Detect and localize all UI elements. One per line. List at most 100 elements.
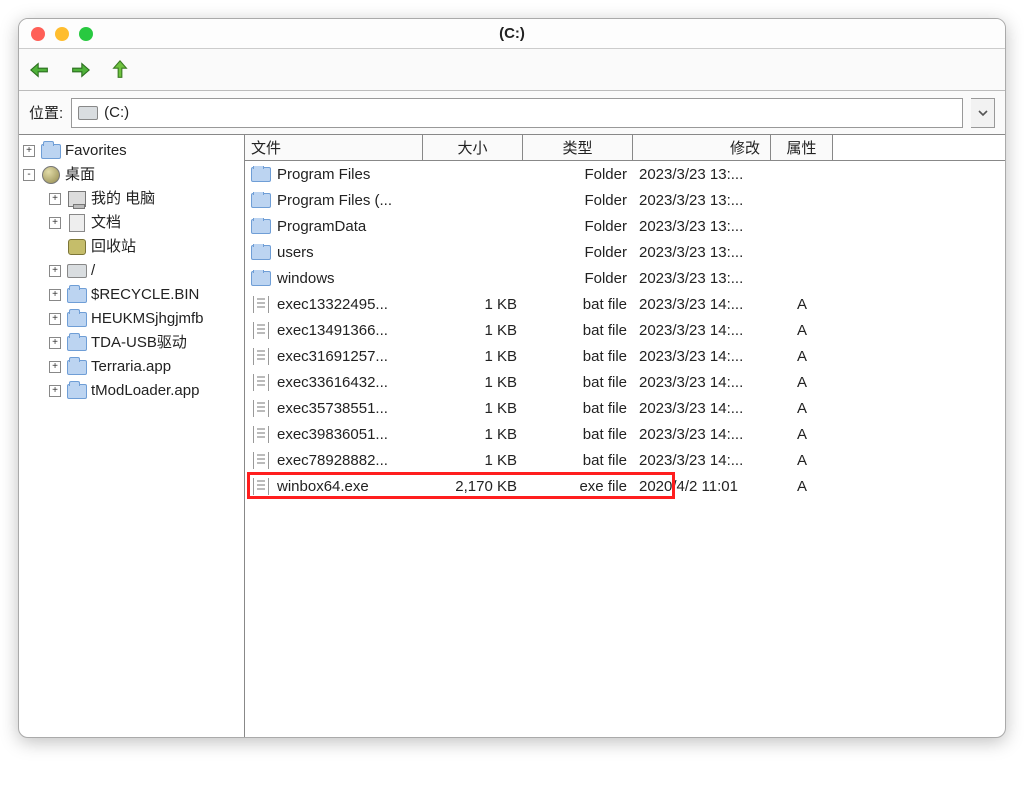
titlebar[interactable]: (C:) xyxy=(19,19,1005,49)
file-name: exec78928882... xyxy=(277,452,388,469)
file-modified: 2023/3/23 13:... xyxy=(633,192,771,209)
col-name[interactable]: 文件 xyxy=(245,135,423,160)
file-modified: 2023/3/23 14:... xyxy=(633,322,771,339)
tree-expander[interactable]: + xyxy=(49,289,61,301)
tree-item[interactable]: +/ xyxy=(23,259,244,283)
tree-item-label: tModLoader.app xyxy=(91,379,199,403)
chevron-down-icon xyxy=(977,107,989,119)
location-path: (C:) xyxy=(104,104,129,121)
file-size: 1 KB xyxy=(423,296,523,313)
file-attr: A xyxy=(771,400,833,417)
tree-item-label: / xyxy=(91,259,95,283)
tree-item[interactable]: + Favorites xyxy=(23,139,244,163)
file-attr: A xyxy=(771,322,833,339)
body: +Favorites-桌面+我的 电脑+文档回收站+/+$RECYCLE.BIN… xyxy=(19,135,1005,737)
file-size: 1 KB xyxy=(423,374,523,391)
file-name: exec13322495... xyxy=(277,296,388,313)
file-row[interactable]: exec35738551...1 KBbat file2023/3/23 14:… xyxy=(245,395,1005,421)
back-button[interactable] xyxy=(29,59,51,81)
toolbar xyxy=(19,49,1005,91)
file-row[interactable]: windowsFolder2023/3/23 13:... xyxy=(245,265,1005,291)
file-modified: 2020/4/2 11:01 xyxy=(633,478,771,495)
file-row[interactable]: exec31691257...1 KBbat file2023/3/23 14:… xyxy=(245,343,1005,369)
file-row[interactable]: Program FilesFolder2023/3/23 13:... xyxy=(245,161,1005,187)
window-controls xyxy=(31,27,93,41)
tree-expander[interactable]: + xyxy=(49,361,61,373)
window-title: (C:) xyxy=(19,25,1005,42)
file-row[interactable]: exec78928882... 1 KBbat file2023/3/23 14:… xyxy=(245,447,1005,473)
file-modified: 2023/3/23 14:... xyxy=(633,348,771,365)
tree-expander[interactable]: + xyxy=(49,193,61,205)
file-name: ProgramData xyxy=(277,218,366,235)
computer-icon xyxy=(67,191,87,207)
file-list: 文件 大小 类型 修改 属性 Program FilesFolder2023/3… xyxy=(245,135,1005,737)
file-modified: 2023/3/23 13:... xyxy=(633,244,771,261)
file-modified: 2023/3/23 14:... xyxy=(633,296,771,313)
file-size: 1 KB xyxy=(423,322,523,339)
file-modified: 2023/3/23 13:... xyxy=(633,166,771,183)
file-name: windows xyxy=(277,270,335,287)
tree-expander[interactable]: + xyxy=(49,337,61,349)
tree-expander[interactable]: + xyxy=(49,385,61,397)
tree-item[interactable]: +$RECYCLE.BIN xyxy=(23,283,244,307)
location-field[interactable]: (C:) xyxy=(71,98,963,128)
file-name: exec33616432... xyxy=(277,374,388,391)
folder-icon xyxy=(67,335,87,351)
zoom-window-button[interactable] xyxy=(79,27,93,41)
tree-expander[interactable]: + xyxy=(49,217,61,229)
tree-item[interactable]: 回收站 xyxy=(23,235,244,259)
tree-item[interactable]: +我的 电脑 xyxy=(23,187,244,211)
file-row[interactable]: Program Files (...Folder2023/3/23 13:... xyxy=(245,187,1005,213)
tree-expander[interactable]: + xyxy=(49,265,61,277)
desktop-icon xyxy=(41,167,61,183)
file-size: 1 KB xyxy=(423,348,523,365)
file-modified: 2023/3/23 14:... xyxy=(633,452,771,469)
file-type: bat file xyxy=(523,400,633,417)
tree-item[interactable]: +文档 xyxy=(23,211,244,235)
col-attr[interactable]: 属性 xyxy=(771,135,833,160)
close-window-button[interactable] xyxy=(31,27,45,41)
tree-item[interactable]: -桌面 xyxy=(23,163,244,187)
tree-expander[interactable]: - xyxy=(23,169,35,181)
folder-icon xyxy=(67,383,87,399)
file-row[interactable]: exec13322495... 1 KBbat file2023/3/23 14:… xyxy=(245,291,1005,317)
file-icon xyxy=(251,374,271,390)
up-button[interactable] xyxy=(109,59,131,81)
file-modified: 2023/3/23 14:... xyxy=(633,374,771,391)
col-modified[interactable]: 修改 xyxy=(633,135,771,160)
tree-expander[interactable]: + xyxy=(49,313,61,325)
drive-icon xyxy=(67,263,87,279)
folder-tree[interactable]: +Favorites-桌面+我的 电脑+文档回收站+/+$RECYCLE.BIN… xyxy=(19,135,245,737)
file-row[interactable]: exec39836051...1 KBbat file2023/3/23 14:… xyxy=(245,421,1005,447)
file-type: bat file xyxy=(523,296,633,313)
file-name: Program Files xyxy=(277,166,370,183)
tree-item-label: Terraria.app xyxy=(91,355,171,379)
file-size: 1 KB xyxy=(423,426,523,443)
tree-item[interactable]: +TDA-USB驱动 xyxy=(23,331,244,355)
tree-expander[interactable]: + xyxy=(23,145,35,157)
file-size: 1 KB xyxy=(423,452,523,469)
file-name: exec39836051... xyxy=(277,426,388,443)
file-name: Program Files (... xyxy=(277,192,392,209)
tree-item[interactable]: + tModLoader.app xyxy=(23,379,244,403)
tree-item[interactable]: + HEUKMSjhgjmfb xyxy=(23,307,244,331)
file-row[interactable]: winbox64.exe2,170 KBexe file2020/4/2 11:… xyxy=(245,473,1005,499)
location-dropdown-button[interactable] xyxy=(971,98,995,128)
tree-item-label: HEUKMSjhgjmfb xyxy=(91,307,204,331)
file-row[interactable]: exec33616432... 1 KBbat file2023/3/23 14:… xyxy=(245,369,1005,395)
tree-item[interactable]: + Terraria.app xyxy=(23,355,244,379)
file-type: bat file xyxy=(523,374,633,391)
file-row[interactable]: usersFolder2023/3/23 13:... xyxy=(245,239,1005,265)
file-name: exec13491366... xyxy=(277,322,388,339)
minimize-window-button[interactable] xyxy=(55,27,69,41)
tree-item-label: Favorites xyxy=(65,139,127,163)
col-size[interactable]: 大小 xyxy=(423,135,523,160)
file-type: bat file xyxy=(523,452,633,469)
forward-button[interactable] xyxy=(69,59,91,81)
drive-icon xyxy=(78,106,98,120)
folder-icon xyxy=(67,359,87,375)
file-row[interactable]: exec13491366...1 KBbat file2023/3/23 14:… xyxy=(245,317,1005,343)
file-rows[interactable]: Program FilesFolder2023/3/23 13:...Progr… xyxy=(245,161,1005,737)
file-row[interactable]: ProgramDataFolder2023/3/23 13:... xyxy=(245,213,1005,239)
col-type[interactable]: 类型 xyxy=(523,135,633,160)
